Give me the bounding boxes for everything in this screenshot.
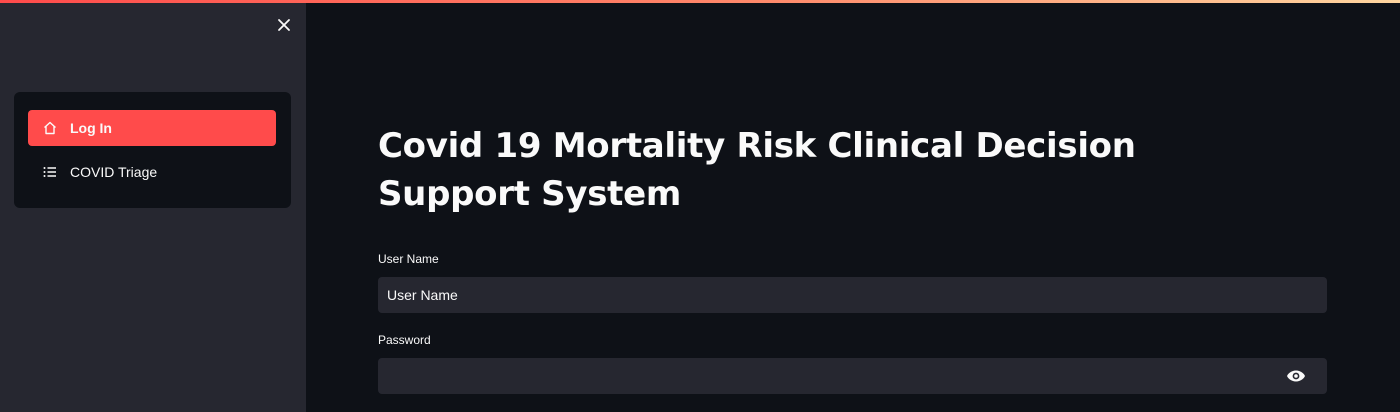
nav-item-log-in[interactable]: Log In — [28, 110, 276, 146]
navigation-menu: Log In COVID Triage — [14, 92, 291, 208]
nav-item-label: COVID Triage — [70, 164, 158, 180]
main-content: Covid 19 Mortality Risk Clinical Decisio… — [306, 0, 1400, 412]
close-sidebar-button[interactable] — [275, 16, 293, 34]
home-icon — [42, 120, 58, 136]
username-label: User Name — [378, 252, 439, 266]
nav-item-label: Log In — [70, 120, 112, 136]
nav-item-covid-triage[interactable]: COVID Triage — [28, 154, 276, 190]
sidebar: Log In COVID Triage — [0, 0, 306, 412]
password-input[interactable] — [378, 358, 1327, 394]
close-icon — [278, 19, 290, 31]
page-title: Covid 19 Mortality Risk Clinical Decisio… — [378, 126, 1136, 214]
username-input[interactable] — [378, 277, 1327, 313]
password-label: Password — [378, 333, 431, 347]
top-decoration-bar — [0, 0, 1400, 3]
list-icon — [42, 164, 58, 180]
eye-icon — [1287, 370, 1305, 382]
show-password-button[interactable] — [1285, 366, 1307, 386]
